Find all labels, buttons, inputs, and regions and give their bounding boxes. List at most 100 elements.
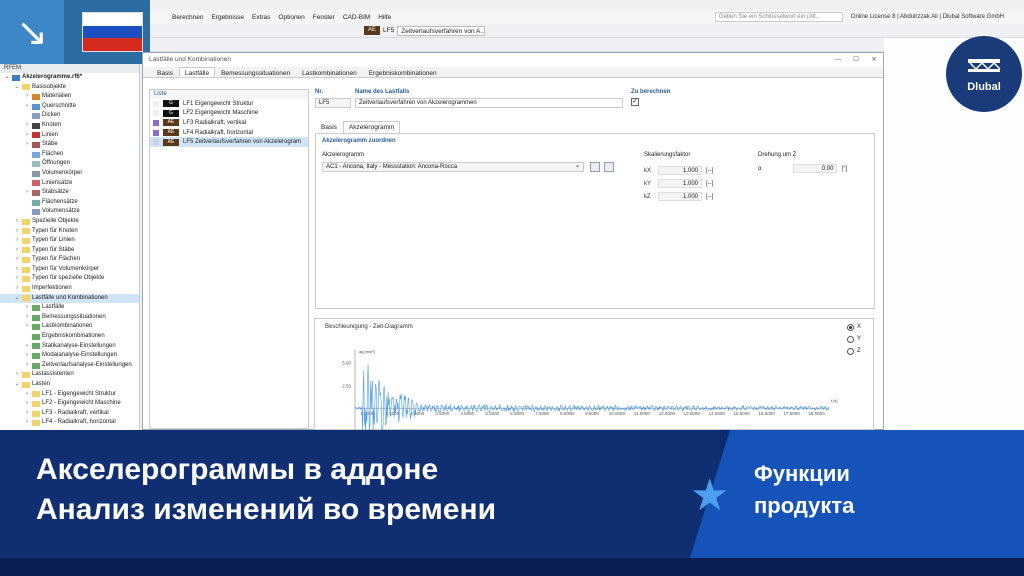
chevron-right-icon[interactable]: › xyxy=(24,322,30,332)
menu-berechnen[interactable]: Berechnen xyxy=(172,14,203,21)
loadcase-selector[interactable]: AE LF5 Zeitverlaufsverfahren von A... xyxy=(364,25,486,36)
chevron-right-icon[interactable]: › xyxy=(24,342,30,352)
rotation-input[interactable]: 0.00 xyxy=(793,164,838,173)
loadcase-row[interactable]: AE LF3 Radialkraft, vertikal xyxy=(150,118,308,128)
radio-icon[interactable] xyxy=(847,335,854,343)
chevron-right-icon[interactable]: › xyxy=(14,246,20,256)
tree-item[interactable]: ⌄ Lasten xyxy=(0,380,139,390)
chevron-right-icon[interactable]: › xyxy=(24,399,30,409)
scale-input[interactable]: 1.000 xyxy=(658,192,702,201)
axis-radio[interactable]: Y xyxy=(847,333,861,345)
tree-item[interactable]: › Spezielle Objekte xyxy=(0,217,139,227)
tree-item[interactable]: › Typen für Volumenkörper xyxy=(0,265,139,275)
tree-item[interactable]: › LF2 - Eigengewicht Maschine xyxy=(0,399,139,409)
tree-item[interactable]: Flächensätze xyxy=(0,198,139,208)
tree-item[interactable]: › LF3 - Radialkraft, vertikal xyxy=(0,409,139,419)
chevron-right-icon[interactable]: › xyxy=(24,102,30,112)
chevron-right-icon[interactable]: › xyxy=(24,390,30,400)
close-icon[interactable]: ✕ xyxy=(865,53,883,67)
name-field[interactable]: Zeitverlaufsverfahren von Akzelerogramme… xyxy=(355,98,623,108)
chevron-down-icon[interactable]: ⌄ xyxy=(14,294,20,304)
tree-item[interactable]: Volumensätze xyxy=(0,207,139,217)
menu-cad-bim[interactable]: CAD-BIM xyxy=(343,14,370,21)
minimize-icon[interactable]: — xyxy=(829,53,847,67)
tree-item[interactable]: › Lastassistenten xyxy=(0,370,139,380)
tree-item[interactable]: › Stabsätze xyxy=(0,188,139,198)
tab-ergebniskombinationen[interactable]: Ergebniskombinationen xyxy=(363,67,443,77)
chevron-right-icon[interactable]: › xyxy=(24,121,30,131)
menu-optionen[interactable]: Optionen xyxy=(278,14,304,21)
tree-item[interactable]: › Querschnitte xyxy=(0,102,139,112)
chevron-right-icon[interactable]: › xyxy=(24,361,30,371)
chevron-right-icon[interactable]: › xyxy=(24,140,30,150)
tree-item[interactable]: Flächen xyxy=(0,150,139,160)
tree-item[interactable]: › Knoten xyxy=(0,121,139,131)
scale-input[interactable]: 1.000 xyxy=(658,179,702,188)
search-input[interactable]: Geben Sie ein Schlüsselwort ein (Alt... xyxy=(714,12,843,22)
tree-item[interactable]: › Statikanalyse-Einstellungen xyxy=(0,342,139,352)
tree-item[interactable]: › Typen für Stäbe xyxy=(0,246,139,256)
tab-lastfaelle[interactable]: Lastfälle xyxy=(178,67,216,77)
tree-item[interactable]: › Typen für Flächen xyxy=(0,255,139,265)
chevron-right-icon[interactable]: › xyxy=(14,217,20,227)
chevron-right-icon[interactable]: › xyxy=(14,255,20,265)
axis-radio[interactable]: X xyxy=(847,321,861,333)
tree-item[interactable]: › Linien xyxy=(0,131,139,141)
tree-item[interactable]: › Imperfektionen xyxy=(0,284,139,294)
chevron-right-icon[interactable]: › xyxy=(14,274,20,284)
tree-item[interactable]: ⌄ Lastfälle und Kombinationen xyxy=(0,293,139,304)
chevron-down-icon[interactable]: ⌄ xyxy=(14,380,20,390)
chevron-right-icon[interactable]: › xyxy=(24,303,30,313)
tree-item[interactable]: › Stäbe xyxy=(0,140,139,150)
tree-item[interactable]: ⌄ Basisobjekte xyxy=(0,83,139,93)
no-field[interactable]: LF5 xyxy=(315,98,351,108)
tree-item[interactable]: › Materialien xyxy=(0,92,139,102)
tab-bemessungssituationen[interactable]: Bemessungssituationen xyxy=(215,67,296,77)
chevron-right-icon[interactable]: › xyxy=(24,188,30,198)
tree-item[interactable]: › Zeitverlaufsanalyse-Einstellungen xyxy=(0,361,139,371)
loadcase-row[interactable]: G LF2 Eigengewicht Maschine xyxy=(150,109,308,119)
menu-ergebnisse[interactable]: Ergebnisse xyxy=(211,14,244,21)
loadcase-row[interactable]: AE LF4 Radialkraft, horizontal xyxy=(150,128,308,138)
tree-item[interactable]: › LF4 - Radialkraft, horizontal xyxy=(0,418,139,428)
chevron-down-icon[interactable]: ⌄ xyxy=(14,83,20,93)
chevron-right-icon[interactable]: › xyxy=(24,351,30,361)
chevron-right-icon[interactable]: › xyxy=(24,131,30,141)
chevron-right-icon[interactable]: › xyxy=(14,370,20,380)
chevron-right-icon[interactable]: › xyxy=(24,409,30,419)
tree-item[interactable]: › Typen für Knoten xyxy=(0,227,139,237)
accelerogram-select[interactable]: AC1 - Ancona, Italy - Messstation: Ancon… xyxy=(322,162,584,172)
radio-icon[interactable] xyxy=(847,323,854,331)
new-icon[interactable] xyxy=(604,162,614,172)
menu-extras[interactable]: Extras xyxy=(252,14,270,21)
tab-lastkombinationen[interactable]: Lastkombinationen xyxy=(296,67,363,77)
tree-item[interactable]: › LF1 - Eigengewicht Struktur xyxy=(0,390,139,400)
calc-checkbox[interactable]: ✓ xyxy=(631,98,639,106)
tree-item[interactable]: › Typen für spezielle Objekte xyxy=(0,274,139,284)
chevron-right-icon[interactable]: › xyxy=(24,418,30,428)
tree-item[interactable]: › Modalanalyse-Einstellungen xyxy=(0,351,139,361)
scale-input[interactable]: 1.000 xyxy=(658,166,702,175)
loadcase-dropdown[interactable]: Zeitverlaufsverfahren von A... xyxy=(397,25,486,36)
chevron-right-icon[interactable]: › xyxy=(14,265,20,275)
tree-item[interactable]: › Lastfälle xyxy=(0,303,139,313)
menu-hilfe[interactable]: Hilfe xyxy=(378,14,391,21)
maximize-icon[interactable]: ☐ xyxy=(847,53,865,67)
edit-icon[interactable] xyxy=(590,162,600,172)
tree-item[interactable]: Volumenkörper xyxy=(0,169,139,179)
loadcase-row[interactable]: G LF1 Eigengewicht Struktur xyxy=(150,99,308,109)
chevron-right-icon[interactable]: › xyxy=(24,92,30,102)
tree-item[interactable]: Ergebniskombinationen xyxy=(0,332,139,342)
tree-item[interactable]: Liniensätze xyxy=(0,179,139,189)
tab-basis[interactable]: Basis xyxy=(151,67,179,77)
axis-radio[interactable]: Z xyxy=(847,345,861,357)
tree-item[interactable]: ⌄ Akzelerogramme.rf6* xyxy=(0,73,139,83)
tree-item[interactable]: › Bemessungssituationen xyxy=(0,313,139,323)
chevron-down-icon[interactable]: ⌄ xyxy=(4,73,10,83)
menu-fenster[interactable]: Fenster xyxy=(313,14,335,21)
tree-item[interactable]: › Typen für Linien xyxy=(0,236,139,246)
chevron-right-icon[interactable]: › xyxy=(24,313,30,323)
chevron-right-icon[interactable]: › xyxy=(14,227,20,237)
tree-item[interactable]: Öffnungen xyxy=(0,159,139,169)
tree-item[interactable]: › Lastkombinationen xyxy=(0,322,139,332)
